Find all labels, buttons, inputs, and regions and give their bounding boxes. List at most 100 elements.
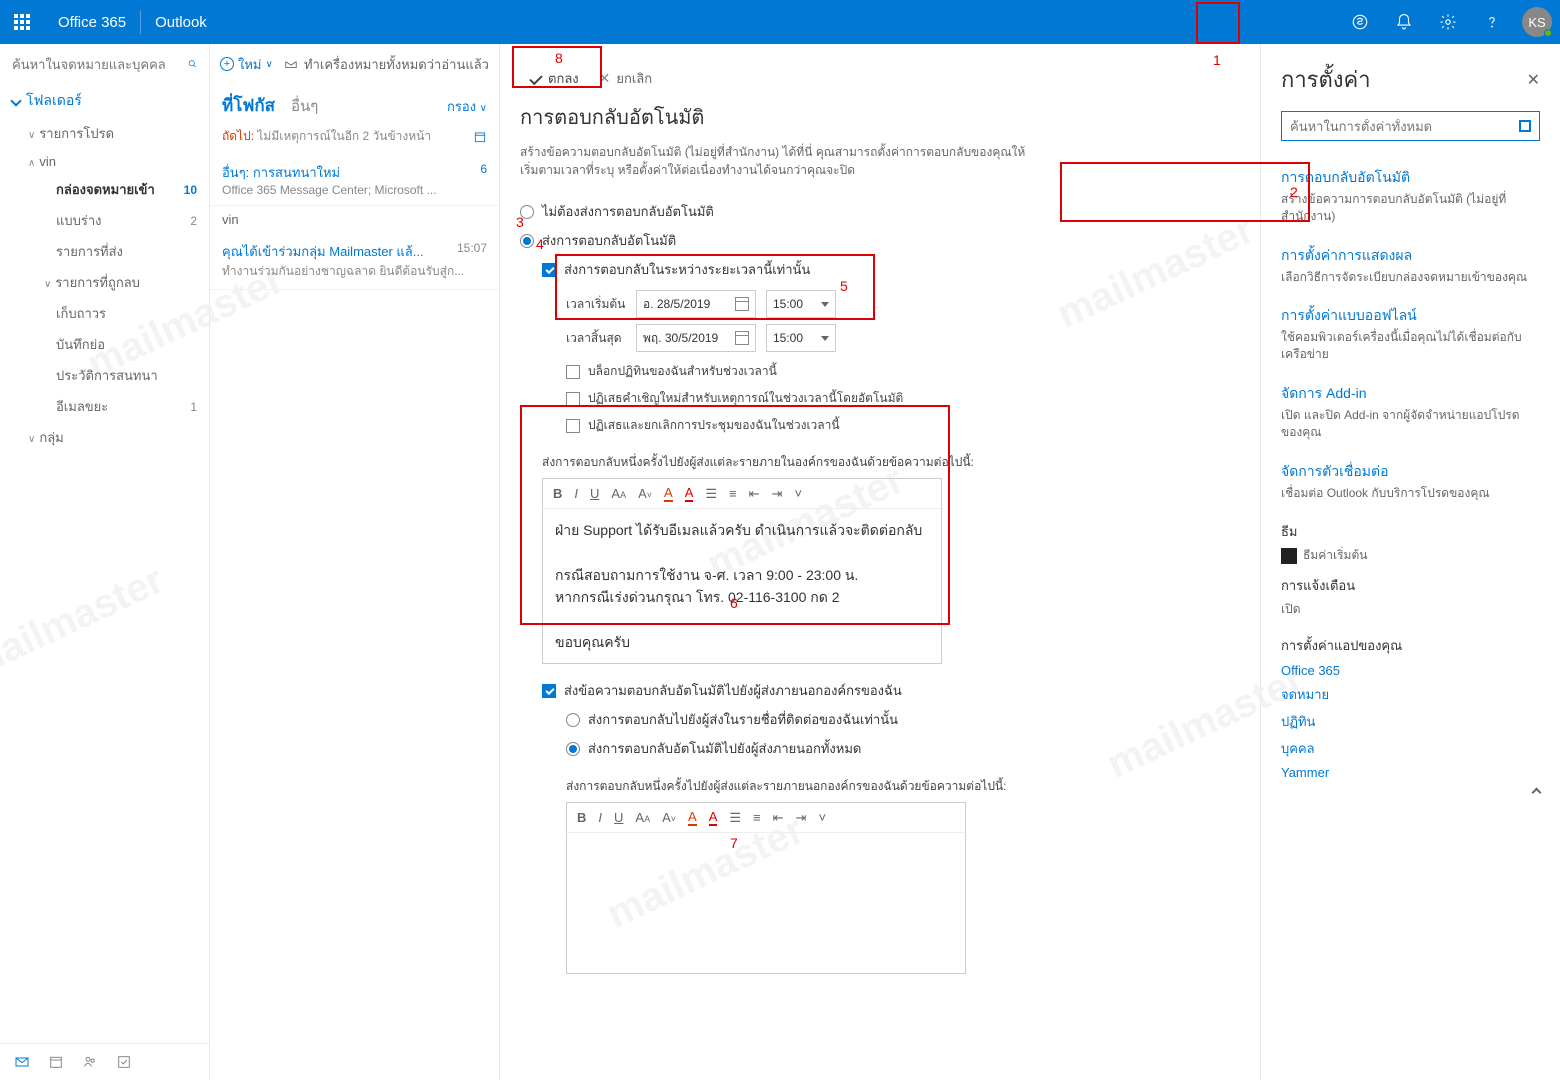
folder-sent[interactable]: รายการที่ส่ง [0, 236, 209, 267]
fontsize-icon[interactable]: AA [635, 810, 650, 825]
tab-other[interactable]: อื่นๆ [291, 94, 318, 118]
filter-dropdown[interactable]: กรอง ∨ [447, 96, 487, 117]
bullets-icon[interactable]: ☰ [705, 486, 717, 502]
user-avatar[interactable]: KS [1522, 7, 1552, 37]
editor-line: หากกรณีเร่งด่วนกรุณา โทร. 02-116-3100 กด… [555, 586, 929, 608]
settings-link-yammer[interactable]: Yammer [1281, 762, 1540, 783]
folder-notes[interactable]: บันทึกย่อ [0, 329, 209, 360]
folder-archive[interactable]: เก็บถาวร [0, 298, 209, 329]
italic-icon[interactable]: I [574, 486, 578, 501]
outdent-icon[interactable]: ⇤ [773, 810, 784, 826]
settings-item-offline[interactable]: การตั้งค่าแบบออฟไลน์ ใช้คอมพิวเตอร์เครื่… [1281, 295, 1540, 373]
folder-inbox[interactable]: กล่องจดหมายเข้า10 [0, 174, 209, 205]
folder-convhistory[interactable]: ประวัติการสนทนา [0, 360, 209, 391]
end-date-input[interactable]: พฤ. 30/5/2019 [636, 324, 756, 352]
brand-outlook[interactable]: Outlook [141, 14, 221, 31]
search-input[interactable] [12, 57, 188, 72]
new-button[interactable]: +ใหม่ ∨ [220, 54, 273, 75]
skype-icon[interactable] [1338, 0, 1382, 44]
editor-toolbar[interactable]: B I U AA A˅ A A ☰ ≡ ⇤ ⇥ ˅ [567, 803, 965, 833]
settings-link-calendar[interactable]: ปฏิทิน [1281, 708, 1540, 735]
message-item[interactable]: 6 อื่นๆ: การสนทนาใหม่ Office 365 Message… [210, 154, 499, 206]
help-icon[interactable] [1470, 0, 1514, 44]
cancel-button[interactable]: ✕ยกเลิก [599, 68, 653, 89]
msg-count: 6 [480, 162, 487, 176]
fontsize-icon[interactable]: AA [611, 486, 626, 501]
checkbox-cancel-meetings[interactable]: ปฏิเสธและยกเลิกการประชุมของฉันในช่วงเวลา… [520, 412, 1240, 439]
radio-autoreply-on[interactable]: ส่งการตอบกลับอัตโนมัติ [520, 226, 1240, 255]
notifications-icon[interactable] [1382, 0, 1426, 44]
search-icon[interactable] [188, 56, 197, 72]
app-launcher-icon[interactable] [0, 0, 44, 44]
folders-header[interactable]: โฟลเดอร์ [0, 84, 209, 118]
ok-button[interactable]: ตกลง [530, 68, 579, 89]
checkbox-decline-new[interactable]: ปฏิเสธคำเชิญใหม่สำหรับเหตุการณ์ในช่วงเวล… [520, 385, 1240, 412]
folder-junk[interactable]: อีเมลขยะ1 [0, 391, 209, 422]
mark-all-read[interactable]: ทำเครื่องหมายทั้งหมดว่าอ่านแล้ว [284, 54, 489, 75]
settings-item-connectors[interactable]: จัดการตัวเชื่อมต่อ เชื่อมต่อ Outlook กับ… [1281, 451, 1540, 512]
settings-search-input[interactable] [1290, 119, 1519, 134]
settings-item-display[interactable]: การตั้งค่าการแสดงผล เลือกวิธีการจัดระเบี… [1281, 235, 1540, 296]
indent-icon[interactable]: ⇥ [772, 486, 783, 502]
highlight-icon[interactable]: A [664, 485, 673, 502]
fontfamily-icon[interactable]: A˅ [662, 810, 676, 825]
checkbox-external[interactable]: ส่งข้อความตอบกลับอัตโนมัติไปยังผู้ส่งภาย… [520, 676, 1240, 705]
fontcolor-icon[interactable]: A [709, 809, 718, 826]
highlight-icon[interactable]: A [688, 809, 697, 826]
start-date-input[interactable]: อ. 28/5/2019 [636, 290, 756, 318]
radio-ext-contacts[interactable]: ส่งการตอบกลับไปยังผู้ส่งในรายชื่อที่ติดต… [520, 705, 1240, 734]
more-icon[interactable]: ˅ [818, 810, 826, 825]
calendar-icon[interactable] [48, 1054, 64, 1070]
tasks-icon[interactable] [116, 1054, 132, 1070]
radio-ext-all[interactable]: ส่งการตอบกลับอัตโนมัติไปยังผู้ส่งภายนอกท… [520, 734, 1240, 763]
internal-reply-editor[interactable]: B I U AA A˅ A A ☰ ≡ ⇤ ⇥ ˅ ฝ่าย Support ไ… [542, 478, 942, 664]
editor-body[interactable] [567, 833, 965, 973]
mail-icon[interactable] [14, 1054, 30, 1070]
checkbox-period[interactable]: ส่งการตอบกลับในระหว่างระยะเวลานี้เท่านั้… [520, 255, 1240, 284]
numbering-icon[interactable]: ≡ [729, 486, 737, 501]
fontcolor-icon[interactable]: A [685, 485, 694, 502]
radio-autoreply-off[interactable]: ไม่ต้องส่งการตอบกลับอัตโนมัติ [520, 197, 1240, 226]
external-reply-editor[interactable]: B I U AA A˅ A A ☰ ≡ ⇤ ⇥ ˅ [566, 802, 966, 974]
settings-search[interactable] [1281, 111, 1540, 141]
tab-focused[interactable]: ที่โฟกัส [222, 92, 275, 119]
message-item[interactable]: 15:07 คุณได้เข้าร่วมกลุ่ม Mailmaster แล้… [210, 233, 499, 290]
settings-item-addins[interactable]: จัดการ Add-in เปิด และปิด Add-in จากผู้จ… [1281, 373, 1540, 451]
expand-icon[interactable] [1519, 120, 1531, 132]
inbox-count: 10 [184, 183, 197, 197]
settings-theme[interactable]: ธีมค่าเริ่มต้น [1281, 546, 1540, 565]
underline-icon[interactable]: U [614, 810, 623, 825]
italic-icon[interactable]: I [598, 810, 602, 825]
settings-notifications[interactable]: เปิด [1281, 600, 1540, 619]
chevron-up-icon[interactable] [1532, 788, 1542, 798]
settings-item-autoreply[interactable]: การตอบกลับอัตโนมัติ สร้างข้อความการตอบกล… [1281, 157, 1540, 235]
outdent-icon[interactable]: ⇤ [749, 486, 760, 502]
folder-drafts[interactable]: แบบร่าง2 [0, 205, 209, 236]
agenda-calendar-icon[interactable] [473, 130, 487, 144]
end-time-input[interactable]: 15:00 [766, 324, 836, 352]
settings-link-office365[interactable]: Office 365 [1281, 660, 1540, 681]
editor-toolbar[interactable]: B I U AA A˅ A A ☰ ≡ ⇤ ⇥ ˅ [543, 479, 941, 509]
more-icon[interactable]: ˅ [794, 486, 802, 501]
settings-gear-icon[interactable] [1426, 0, 1470, 44]
underline-icon[interactable]: U [590, 486, 599, 501]
settings-link-mail[interactable]: จดหมาย [1281, 681, 1540, 708]
fontfamily-icon[interactable]: A˅ [638, 486, 652, 501]
brand-office[interactable]: Office 365 [44, 14, 140, 31]
checkbox-block-calendar[interactable]: บล็อกปฏิทินของฉันสำหรับช่วงเวลานี้ [520, 358, 1240, 385]
people-icon[interactable] [82, 1054, 98, 1070]
numbering-icon[interactable]: ≡ [753, 810, 761, 825]
bullets-icon[interactable]: ☰ [729, 810, 741, 826]
folder-groups[interactable]: ∨กลุ่ม [0, 422, 209, 453]
folder-favorites[interactable]: ∨รายการโปรด [0, 118, 209, 149]
folder-deleted[interactable]: ∨รายการที่ถูกลบ [0, 267, 209, 298]
close-icon[interactable]: ✕ [1527, 70, 1540, 90]
start-time-input[interactable]: 15:00 [766, 290, 836, 318]
editor-body[interactable]: ฝ่าย Support ได้รับอีเมลแล้วครับ ดำเนินก… [543, 509, 941, 663]
indent-icon[interactable]: ⇥ [796, 810, 807, 826]
bold-icon[interactable]: B [553, 486, 562, 501]
folder-account[interactable]: ∧vin [0, 149, 209, 174]
msg-subject: คุณได้เข้าร่วมกลุ่ม Mailmaster แล้... [222, 241, 487, 262]
bold-icon[interactable]: B [577, 810, 586, 825]
settings-link-people[interactable]: บุคคล [1281, 735, 1540, 762]
